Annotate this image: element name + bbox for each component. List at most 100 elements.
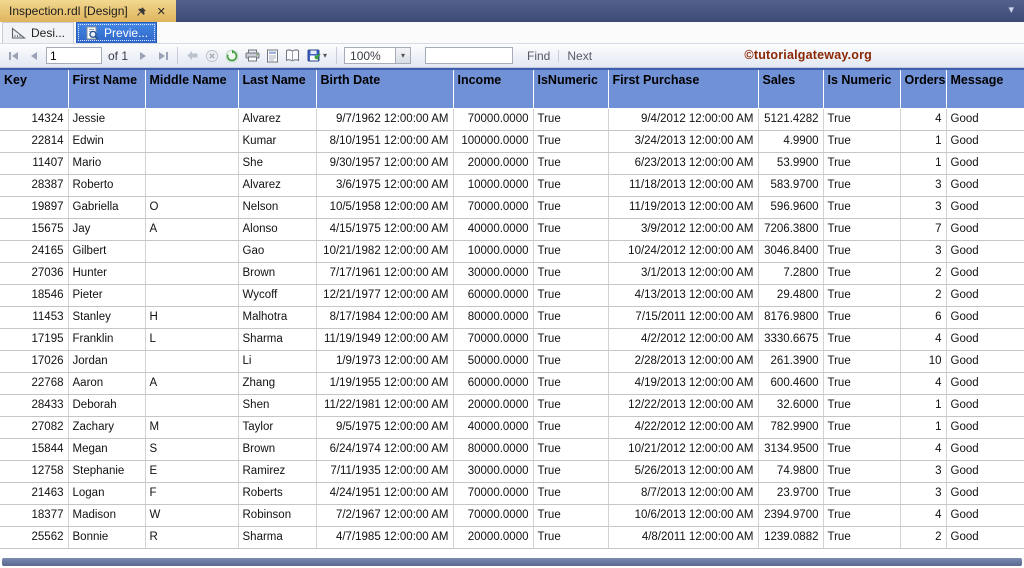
tab-preview-label: Previe... [104, 26, 149, 40]
table-cell [145, 284, 239, 307]
table-cell: Taylor [238, 416, 317, 439]
table-cell: True [823, 504, 901, 527]
table-cell: True [533, 438, 609, 461]
table-cell: 3/6/1975 12:00:00 AM [316, 174, 454, 197]
close-icon[interactable]: ✕ [155, 5, 168, 18]
table-cell [145, 152, 239, 175]
find-input[interactable] [425, 47, 514, 64]
table-cell: 782.9900 [758, 416, 824, 439]
table-cell: True [533, 218, 609, 241]
table-cell: 2 [900, 284, 947, 307]
table-cell: 8/7/2013 12:00:00 AM [608, 482, 759, 505]
table-cell: Edwin [68, 130, 146, 153]
table-cell: 10/24/2012 12:00:00 AM [608, 240, 759, 263]
table-cell: 10/21/2012 12:00:00 AM [608, 438, 759, 461]
find-button[interactable]: Find [521, 49, 556, 63]
table-cell: True [823, 438, 901, 461]
toolbar-separator [558, 49, 560, 62]
table-row: 12758 Stephanie E Ramirez 7/11/1935 12:00:00… [0, 460, 1024, 483]
tab-preview[interactable]: Previe... [76, 22, 158, 43]
table-cell: True [533, 262, 609, 285]
table-cell: 11/22/1981 12:00:00 AM [316, 394, 454, 417]
table-cell: Jay [68, 218, 146, 241]
tab-design[interactable]: Desi... [2, 22, 75, 43]
table-cell: Good [946, 328, 1024, 351]
table-cell: 10/6/2013 12:00:00 AM [608, 504, 759, 527]
table-cell: Good [946, 262, 1024, 285]
table-cell: 4 [900, 504, 947, 527]
stop-button[interactable] [202, 46, 222, 66]
toolbar-separator [177, 47, 179, 64]
print-layout-button[interactable] [262, 46, 282, 66]
table-cell: Good [946, 218, 1024, 241]
table-row: 19897 Gabriella O Nelson 10/5/1958 12:00:00 … [0, 196, 1024, 219]
zoom-select[interactable]: 100% [344, 47, 397, 64]
table-cell: True [823, 306, 901, 329]
table-cell: Zhang [238, 372, 317, 395]
column-header: Key [0, 69, 69, 109]
table-cell: 4/19/2013 12:00:00 AM [608, 372, 759, 395]
table-cell: True [823, 130, 901, 153]
table-cell: W [145, 504, 239, 527]
table-cell: 11/18/2013 12:00:00 AM [608, 174, 759, 197]
table-cell: 30000.0000 [453, 262, 534, 285]
table-cell: Robinson [238, 504, 317, 527]
last-page-button[interactable] [153, 46, 173, 66]
tab-design-label: Desi... [31, 26, 66, 40]
table-cell: Ramirez [238, 460, 317, 483]
table-row: 28387 Roberto Alvarez 3/6/1975 12:00:00 AM 1… [0, 174, 1024, 197]
table-cell: 4 [900, 372, 947, 395]
back-button[interactable] [182, 46, 202, 66]
table-cell: 11453 [0, 306, 69, 329]
document-tab[interactable]: Inspection.rdl [Design] ✕ [0, 0, 176, 22]
table-cell: E [145, 460, 239, 483]
find-next-button[interactable]: Next [561, 49, 598, 63]
table-cell: 21463 [0, 482, 69, 505]
refresh-button[interactable] [222, 46, 242, 66]
print-button[interactable] [242, 46, 262, 66]
table-row: 27036 Hunter Brown 7/17/1961 12:00:00 AM 300… [0, 262, 1024, 285]
table-cell: 4/24/1951 12:00:00 AM [316, 482, 454, 505]
table-cell: 600.4600 [758, 372, 824, 395]
table-cell: 3/1/2013 12:00:00 AM [608, 262, 759, 285]
table-cell: 1239.0882 [758, 526, 824, 549]
table-cell: True [533, 416, 609, 439]
table-cell: Good [946, 152, 1024, 175]
table-cell: 1 [900, 394, 947, 417]
horizontal-scrollbar[interactable] [2, 558, 1022, 566]
table-cell: 12/22/2013 12:00:00 AM [608, 394, 759, 417]
table-cell: 7 [900, 218, 947, 241]
previous-page-button[interactable] [24, 46, 44, 66]
table-cell: S [145, 438, 239, 461]
table-cell: 3 [900, 460, 947, 483]
table-cell: Malhotra [238, 306, 317, 329]
table-cell: 3 [900, 240, 947, 263]
page-number-input[interactable] [46, 47, 102, 64]
table-cell: A [145, 218, 239, 241]
table-row: 18546 Pieter Wycoff 12/21/1977 12:00:00 AM 6… [0, 284, 1024, 307]
table-cell: 7/17/1961 12:00:00 AM [316, 262, 454, 285]
table-cell: Alvarez [238, 174, 317, 197]
table-cell: 1/9/1973 12:00:00 AM [316, 350, 454, 373]
table-cell: 3 [900, 174, 947, 197]
table-cell: Good [946, 504, 1024, 527]
column-header: First Name [68, 69, 146, 109]
table-cell: 4 [900, 328, 947, 351]
zoom-dropdown-button[interactable]: ▾ [396, 47, 412, 64]
next-page-button[interactable] [133, 46, 153, 66]
chevron-down-icon[interactable]: ▾ [1008, 3, 1014, 16]
table-cell: 2394.9700 [758, 504, 824, 527]
table-cell: 4/22/2012 12:00:00 AM [608, 416, 759, 439]
table-cell: Good [946, 350, 1024, 373]
table-cell: 70000.0000 [453, 108, 534, 131]
page-setup-button[interactable] [282, 46, 302, 66]
table-cell: 70000.0000 [453, 504, 534, 527]
table-cell: Megan [68, 438, 146, 461]
preview-icon [85, 26, 99, 40]
table-cell: Good [946, 526, 1024, 549]
first-page-button[interactable] [4, 46, 24, 66]
export-button[interactable]: ▾ [302, 46, 332, 66]
table-row: 22768 Aaron A Zhang 1/19/1955 12:00:00 AM 600… [0, 372, 1024, 395]
table-row: 24165 Gilbert Gao 10/21/1982 12:00:00 AM 100… [0, 240, 1024, 263]
pin-icon[interactable] [135, 5, 148, 18]
